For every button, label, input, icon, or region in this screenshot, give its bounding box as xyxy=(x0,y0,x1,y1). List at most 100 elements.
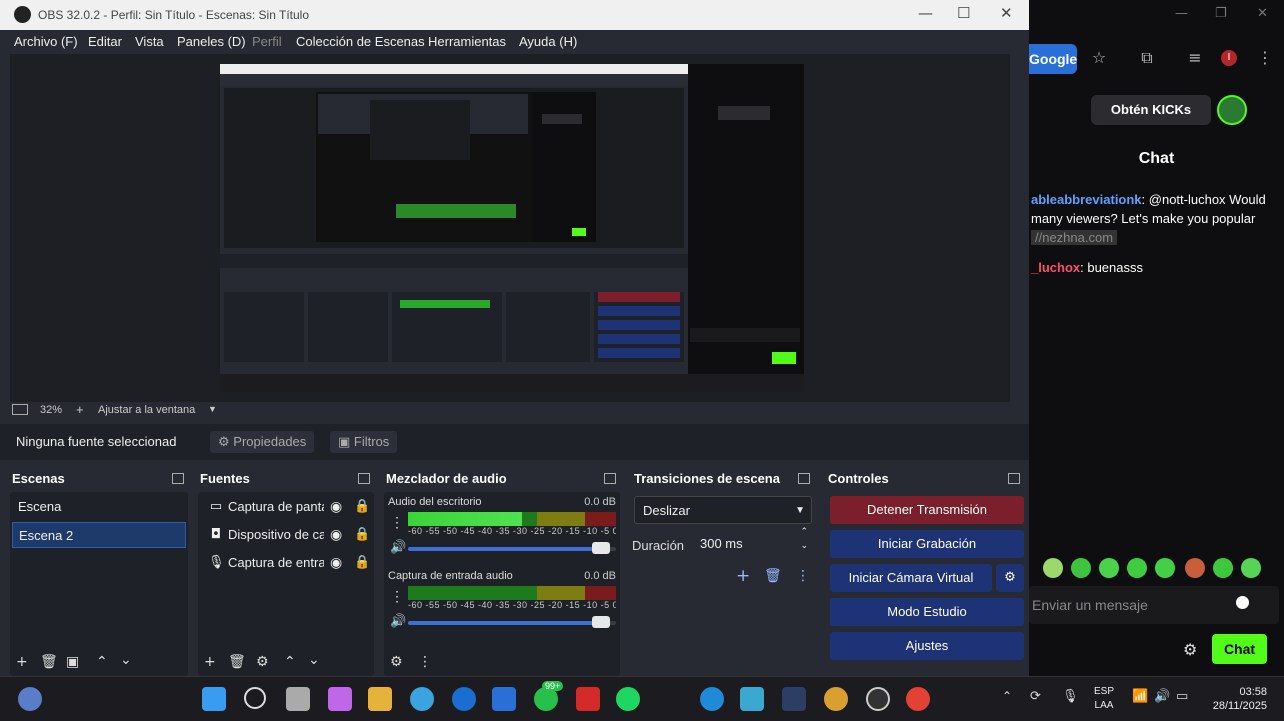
minimize-icon[interactable]: — xyxy=(918,4,933,22)
chevron-down-icon[interactable]: ⌄ xyxy=(308,652,320,668)
minimize-icon[interactable]: — xyxy=(1175,6,1188,21)
eye-icon[interactable]: ◉ xyxy=(330,494,342,520)
google-chip[interactable]: Google xyxy=(1029,44,1077,74)
speaker-icon[interactable]: 🔊 xyxy=(390,540,406,555)
clock[interactable]: 03:58 28/11/2025 xyxy=(1205,685,1267,713)
speaker-icon[interactable]: 🔊 xyxy=(390,614,406,629)
scene-item[interactable]: Escena xyxy=(12,494,186,520)
trash-icon[interactable]: 🗑 xyxy=(40,654,58,670)
task-view-icon[interactable] xyxy=(286,687,310,711)
transition-select[interactable]: Deslizar ▼ xyxy=(634,496,812,524)
start-recording-button[interactable]: Iniciar Grabación xyxy=(830,530,1024,558)
maximize-icon[interactable]: ❐ xyxy=(1215,6,1227,21)
chevron-down-icon[interactable]: ⌄ xyxy=(120,652,132,668)
kebab-icon[interactable]: ⋮ xyxy=(796,568,810,584)
zoom-in-icon[interactable]: + xyxy=(76,402,84,417)
scene-item-selected[interactable]: Escena 2 xyxy=(12,522,186,548)
chrome-icon[interactable] xyxy=(906,687,930,711)
chevron-up-icon[interactable]: ⌃ xyxy=(284,654,296,670)
popout-icon[interactable] xyxy=(358,473,370,484)
profile-icon[interactable]: I xyxy=(1221,50,1237,66)
gear-icon[interactable]: ⚙ xyxy=(390,654,403,670)
eye-icon[interactable]: ◉ xyxy=(330,522,342,548)
chat-send-button[interactable]: Chat xyxy=(1212,634,1267,664)
kebab-icon[interactable]: ⋮ xyxy=(390,588,404,605)
maximize-icon[interactable]: ☐ xyxy=(957,4,970,22)
hp-icon[interactable] xyxy=(452,687,476,711)
trash-icon[interactable]: 🗑 xyxy=(228,654,246,670)
popout-icon[interactable] xyxy=(798,473,810,484)
whatsapp-icon[interactable]: 99+ xyxy=(534,681,564,711)
add-icon[interactable]: + xyxy=(204,654,216,670)
volume-slider[interactable] xyxy=(408,542,616,554)
preview-canvas[interactable] xyxy=(10,54,1010,402)
gear-icon[interactable]: ⚙ xyxy=(1183,640,1197,659)
close-icon[interactable]: ✕ xyxy=(1000,4,1013,22)
menu-editar[interactable]: Editar xyxy=(88,34,122,49)
chat-username[interactable]: ableabbreviationk xyxy=(1031,192,1142,207)
menu-coleccion[interactable]: Colección de Escenas xyxy=(296,34,425,49)
menu-herramientas[interactable]: Herramientas xyxy=(428,34,506,49)
studio-mode-button[interactable]: Modo Estudio xyxy=(830,598,1024,626)
edge-dev-icon[interactable] xyxy=(410,687,434,711)
emote-icon[interactable] xyxy=(1043,558,1063,578)
stepper-icon[interactable]: ⌃ ⌄ xyxy=(800,524,808,552)
chevron-down-icon[interactable]: ▼ xyxy=(208,404,217,414)
game-icon[interactable] xyxy=(824,687,848,711)
chat-username[interactable]: _luchox xyxy=(1031,260,1080,275)
emote-icon[interactable] xyxy=(1155,558,1175,578)
menu-paneles[interactable]: Paneles (D) xyxy=(177,34,246,49)
menu-icon[interactable]: ⋮ xyxy=(1255,48,1275,68)
duration-input[interactable]: 300 ms ⌃ ⌄ xyxy=(692,526,812,558)
volume-icon[interactable]: 🔊 xyxy=(1154,689,1170,704)
sync-icon[interactable]: ⟳ xyxy=(1030,689,1041,704)
filters-button[interactable]: ▣ Filtros xyxy=(330,431,398,453)
close-icon[interactable]: ✕ xyxy=(1257,6,1268,21)
add-icon[interactable]: + xyxy=(16,654,28,670)
windows-start-icon[interactable] xyxy=(202,687,226,711)
lock-icon[interactable]: 🔒 xyxy=(354,522,370,548)
get-kicks-button[interactable]: Obtén KICKs xyxy=(1091,95,1211,125)
popout-icon[interactable] xyxy=(1008,473,1020,484)
spotify-icon[interactable] xyxy=(616,687,640,711)
media-icon[interactable]: ≡ xyxy=(1185,48,1205,68)
emote-icon[interactable] xyxy=(1127,558,1147,578)
edge-icon[interactable] xyxy=(700,687,724,711)
source-item[interactable]: 🎙 Captura de entrada ◉ 🔒 xyxy=(202,550,370,576)
menu-ayuda[interactable]: Ayuda (H) xyxy=(519,34,577,49)
kebab-icon[interactable]: ⋮ xyxy=(418,654,432,670)
kicks-avatar[interactable] xyxy=(1217,95,1247,125)
stop-stream-button[interactable]: Detener Transmisión xyxy=(830,496,1024,524)
popout-icon[interactable] xyxy=(604,473,616,484)
chat-link[interactable]: //nezhna.com xyxy=(1031,230,1118,245)
filter-icon[interactable]: ▣ xyxy=(66,654,79,670)
obs-taskbar-icon[interactable] xyxy=(866,687,890,711)
volume-knob[interactable] xyxy=(592,616,610,628)
eye-icon[interactable]: ◉ xyxy=(330,550,342,576)
menu-archivo[interactable]: Archivo (F) xyxy=(14,34,78,49)
fit-window-label[interactable]: Ajustar a la ventana xyxy=(98,404,195,416)
wifi-icon[interactable]: 📶 xyxy=(1132,689,1148,704)
steam-icon[interactable] xyxy=(782,687,806,711)
language-indicator[interactable]: ESP LAA xyxy=(1094,685,1114,713)
trash-icon[interactable]: 🗑 xyxy=(764,568,782,584)
start-virtual-camera-button[interactable]: Iniciar Cámara Virtual xyxy=(830,564,992,592)
emote-icon[interactable] xyxy=(1071,558,1091,578)
extensions-icon[interactable]: ⧉ xyxy=(1137,48,1157,68)
menu-perfil[interactable]: Perfil xyxy=(252,34,282,49)
properties-button[interactable]: ⚙ Propiedades xyxy=(210,431,315,453)
virtual-camera-settings-icon[interactable]: ⚙ xyxy=(996,564,1024,592)
menu-vista[interactable]: Vista xyxy=(135,34,164,49)
mic-icon[interactable]: 🎙 xyxy=(1062,689,1079,704)
add-icon[interactable]: + xyxy=(736,566,750,586)
emoji-icon[interactable] xyxy=(1236,596,1249,609)
gear-icon[interactable]: ⚙ xyxy=(256,654,269,670)
chevron-up-icon[interactable]: ⌃ xyxy=(96,654,108,670)
lock-icon[interactable]: 🔒 xyxy=(354,494,370,520)
lock-icon[interactable]: 🔒 xyxy=(354,550,370,576)
settings-button[interactable]: Ajustes xyxy=(830,632,1024,660)
kebab-icon[interactable]: ⋮ xyxy=(390,514,404,531)
source-item[interactable]: ◘ Dispositivo de captura ◉ 🔒 xyxy=(202,522,370,548)
emote-icon[interactable] xyxy=(1099,558,1119,578)
emote-icon[interactable] xyxy=(1185,558,1205,578)
